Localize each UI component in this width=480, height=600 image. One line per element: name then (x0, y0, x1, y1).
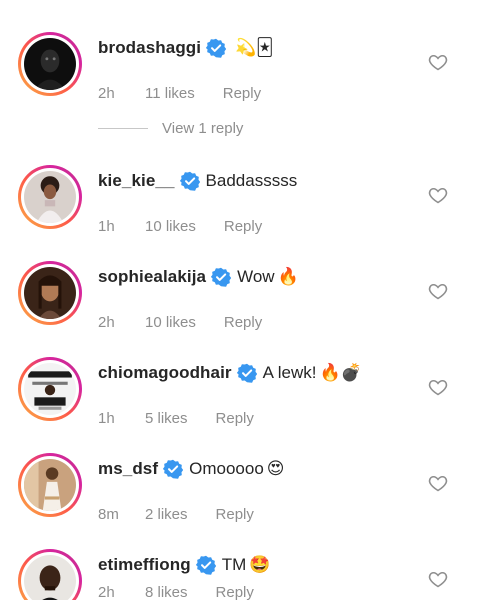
comment-username[interactable]: sophiealakija (98, 267, 206, 287)
avatar[interactable] (18, 453, 82, 517)
comment-emoji: 🔥 (277, 267, 299, 287)
comment-username[interactable]: ms_dsf (98, 459, 158, 479)
comment-text: Wow (237, 267, 275, 286)
comment-time: 2h (98, 84, 115, 102)
comment-item: sophiealakija Wow 🔥 2h 10 likes Reply (0, 257, 480, 331)
view-replies-link[interactable]: View 1 reply (98, 118, 243, 138)
comment-username[interactable]: etimeffiong (98, 555, 191, 575)
verified-badge-icon (195, 555, 216, 575)
reply-button[interactable]: Reply (216, 584, 254, 600)
view-replies-label[interactable]: View 1 reply (162, 120, 243, 137)
heart-outline-icon[interactable] (428, 52, 448, 72)
comment-text: A lewk! (262, 363, 317, 382)
heart-outline-icon[interactable] (428, 473, 448, 493)
comment-emoji: 🤩 (249, 555, 271, 575)
verified-badge-icon (163, 459, 184, 479)
comment-time: 1h (98, 409, 115, 427)
comment-text: Omooooo (189, 459, 264, 478)
comment-time: 2h (98, 313, 115, 331)
reply-button[interactable]: Reply (224, 314, 262, 331)
comment-item: etimeffiong TM 🤩 2h 8 likes Reply (0, 545, 480, 600)
avatar[interactable] (18, 32, 82, 96)
reply-button[interactable]: Reply (223, 85, 261, 102)
heart-outline-icon[interactable] (428, 569, 448, 589)
comment-emoji: 💫🃏 (235, 38, 274, 58)
comment-likes[interactable]: 11 likes (145, 85, 195, 102)
comment-item: brodashaggi 💫🃏 2h 11 likes Reply (0, 28, 480, 102)
heart-outline-icon[interactable] (428, 377, 448, 397)
avatar[interactable] (18, 357, 82, 421)
comment-item: ms_dsf Omooooo 😍 8m 2 likes Reply (0, 449, 480, 523)
comment-text: TM (221, 555, 247, 574)
divider (98, 127, 148, 129)
heart-outline-icon[interactable] (428, 281, 448, 301)
comment-time: 1h (98, 217, 115, 235)
avatar[interactable] (18, 261, 82, 325)
heart-outline-icon[interactable] (428, 185, 448, 205)
comment-username[interactable]: kie_kie__ (98, 171, 175, 191)
reply-button[interactable]: Reply (216, 410, 254, 427)
reply-button[interactable]: Reply (216, 506, 254, 523)
comment-time: 8m (98, 505, 119, 523)
comment-likes[interactable]: 10 likes (145, 218, 196, 235)
verified-badge-icon (179, 171, 200, 191)
comment-likes[interactable]: 8 likes (145, 584, 188, 600)
verified-badge-icon (206, 38, 227, 58)
comment-item: chiomagoodhair A lewk! 🔥💣 1h 5 likes Rep… (0, 353, 480, 427)
comment-text: Baddasssss (205, 171, 298, 190)
comment-emoji: 😍 (266, 459, 285, 479)
avatar[interactable] (18, 165, 82, 229)
comments-feed: brodashaggi 💫🃏 2h 11 likes Reply View 1 … (0, 0, 480, 600)
comment-likes[interactable]: 5 likes (145, 410, 188, 427)
comment-item: kie_kie__ Baddasssss 1h 10 likes Reply (0, 161, 480, 235)
comment-likes[interactable]: 2 likes (145, 506, 188, 523)
comment-emoji: 🔥💣 (319, 363, 362, 383)
verified-badge-icon (236, 363, 257, 383)
avatar[interactable] (18, 549, 82, 600)
comment-username[interactable]: brodashaggi (98, 38, 201, 58)
reply-button[interactable]: Reply (224, 218, 262, 235)
comment-username[interactable]: chiomagoodhair (98, 363, 232, 383)
comment-likes[interactable]: 10 likes (145, 314, 196, 331)
comment-time: 2h (98, 583, 115, 600)
verified-badge-icon (211, 267, 232, 287)
